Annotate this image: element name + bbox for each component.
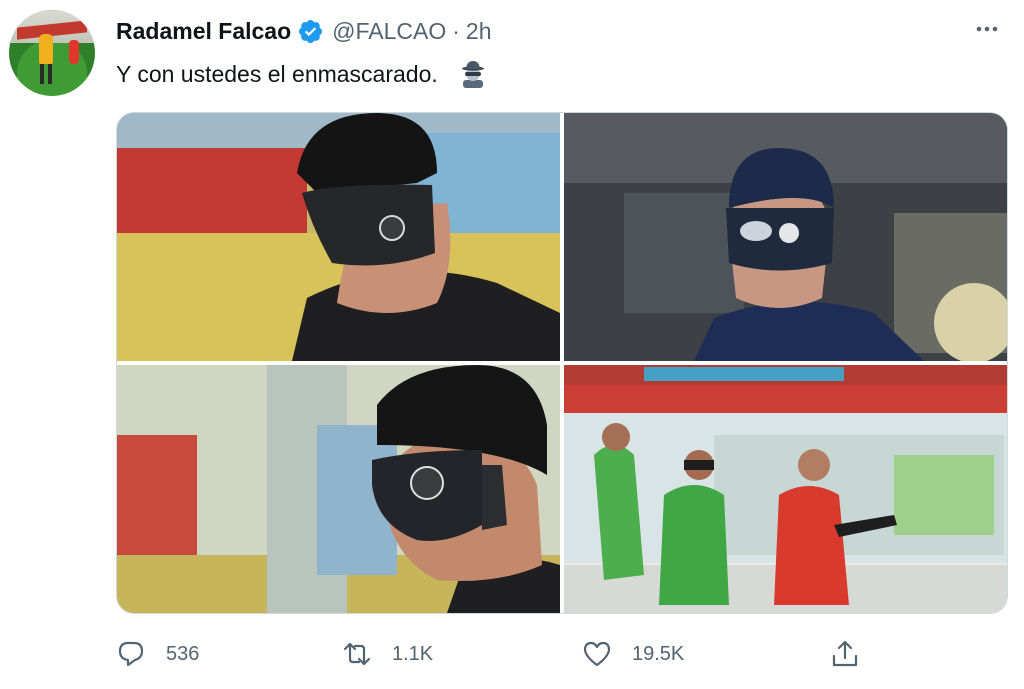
- share-icon: [830, 639, 860, 669]
- verified-badge-icon: [297, 18, 324, 45]
- retweet-icon: [342, 639, 372, 669]
- author-name[interactable]: Radamel Falcao: [116, 18, 291, 45]
- like-count: 19.5K: [632, 642, 685, 665]
- heart-icon: [582, 639, 612, 669]
- action-bar: 536 1.1K 19.5K: [116, 636, 866, 672]
- player-mask-photo-1[interactable]: [117, 113, 560, 361]
- like-button[interactable]: 19.5K: [582, 636, 684, 672]
- player-mask-photo-3[interactable]: [117, 365, 560, 613]
- reply-icon: [116, 639, 146, 669]
- reply-button[interactable]: 536: [116, 636, 199, 672]
- retweet-count: 1.1K: [392, 642, 434, 665]
- tweet-text: Y con ustedes el enmascarado.: [116, 59, 488, 89]
- tweet-timestamp[interactable]: 2h: [466, 18, 492, 45]
- separator-dot: ·: [452, 17, 460, 44]
- player-mask-photo-2[interactable]: [564, 113, 1007, 361]
- tweet-text-content: Y con ustedes el enmascarado.: [116, 60, 438, 87]
- more-options-icon[interactable]: [972, 14, 1002, 44]
- reply-count: 536: [166, 642, 200, 665]
- author-handle[interactable]: @FALCAO: [332, 18, 446, 45]
- share-button[interactable]: [830, 636, 860, 672]
- training-photo-4[interactable]: [564, 365, 1007, 613]
- retweet-button[interactable]: 1.1K: [342, 636, 433, 672]
- avatar[interactable]: [9, 10, 95, 96]
- media-grid: [116, 112, 1008, 614]
- spy-emoji-icon: [458, 59, 488, 89]
- tweet-header: Radamel Falcao @FALCAO · 2h: [116, 16, 492, 46]
